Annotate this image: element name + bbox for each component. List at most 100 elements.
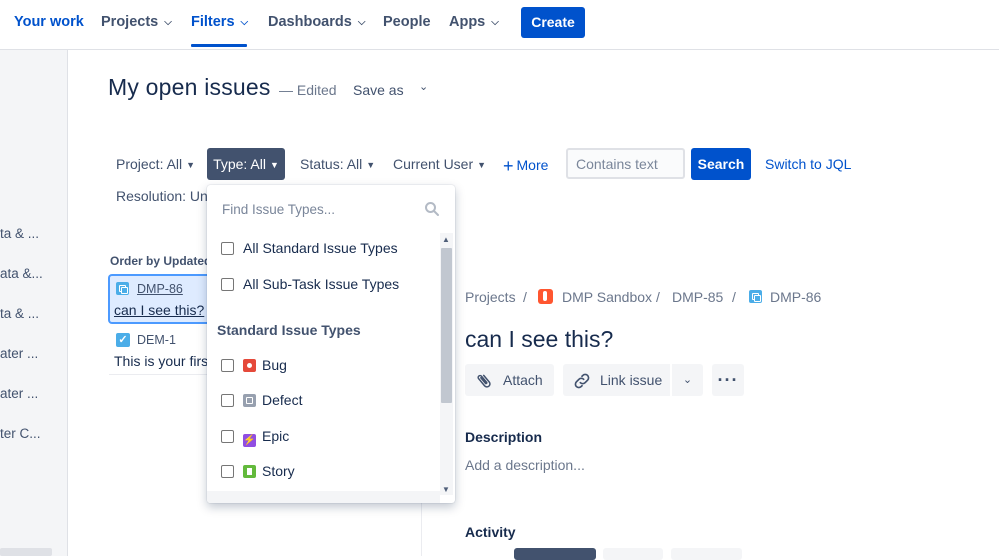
contains-text-input[interactable] [566, 148, 685, 179]
nav-people[interactable]: People [383, 0, 431, 44]
more-filters-label: More [516, 157, 549, 173]
breadcrumb-projects[interactable]: Projects [465, 289, 516, 305]
page-title: My open issues [108, 74, 271, 100]
description-heading: Description [465, 429, 543, 445]
option-all-standard[interactable]: All Standard Issue Types [221, 240, 398, 256]
breadcrumb-current[interactable]: DMP-86 [770, 289, 821, 305]
issue-key[interactable]: DEM-1 [137, 333, 176, 347]
nav-projects-label: Projects [101, 14, 159, 30]
option-defect[interactable]: Defect [221, 392, 302, 408]
option-label: Bug [262, 357, 287, 373]
chevron-down-icon: ▼ [270, 160, 279, 170]
scroll-down-icon[interactable]: ▼ [442, 485, 450, 494]
option-bug[interactable]: Bug [221, 357, 287, 373]
scrollbar-thumb[interactable] [441, 248, 452, 403]
switch-to-jql-link[interactable]: Switch to JQL [765, 156, 851, 172]
more-filters-button[interactable]: + More [503, 156, 548, 177]
activity-tab[interactable] [603, 548, 663, 560]
activity-heading: Activity [465, 524, 516, 540]
checkbox[interactable] [221, 242, 234, 255]
create-button[interactable]: Create [521, 7, 585, 38]
sidebar-item[interactable]: ter C... [0, 426, 41, 441]
sidebar-item[interactable]: ater ... [0, 386, 38, 401]
checkbox[interactable] [221, 465, 234, 478]
bug-icon [243, 359, 256, 372]
chevron-down-icon: ⌵ [164, 17, 172, 28]
resolution-filter[interactable]: Resolution: Unr [116, 188, 213, 204]
activity-tab[interactable] [514, 548, 596, 560]
task-checkbox-icon: ✓ [116, 333, 130, 347]
breadcrumb-separator: / [732, 289, 736, 305]
order-by-selector[interactable]: Order by Updated [110, 254, 211, 268]
breadcrumb-separator: / [523, 289, 527, 305]
issue-summary[interactable]: This is your first [114, 353, 212, 369]
plus-icon: + [503, 156, 514, 176]
checkbox[interactable] [221, 394, 234, 407]
scroll-up-icon[interactable]: ▲ [442, 235, 450, 244]
issue-key[interactable]: DMP-86 [137, 282, 183, 296]
chevron-down-icon: ▼ [186, 160, 196, 170]
project-filter-label: Project: All [116, 156, 183, 172]
nav-your-work[interactable]: Your work [14, 0, 84, 44]
option-label: All Sub-Task Issue Types [243, 276, 400, 292]
save-as-button[interactable]: Save as [353, 82, 404, 98]
nav-people-label: People [383, 14, 431, 30]
sidebar-item[interactable]: ta & ... [0, 226, 39, 241]
link-issue-dropdown[interactable]: ⌄ [672, 364, 703, 396]
active-nav-indicator [191, 44, 247, 47]
attach-label: Attach [503, 372, 543, 388]
description-field[interactable]: Add a description... [465, 457, 585, 473]
status-filter[interactable]: Status: All ▼ [300, 156, 375, 172]
epic-icon: ⚡ [243, 434, 256, 447]
nav-filters[interactable]: Filters ⌵ [191, 0, 248, 44]
sidebar-item[interactable]: ta & ... [0, 306, 39, 321]
type-filter[interactable]: Type: All ▼ [207, 148, 285, 180]
option-label: Epic [262, 428, 290, 444]
option-story[interactable]: Story [221, 463, 295, 479]
issue-summary[interactable]: can I see this? [114, 302, 204, 318]
current-user-filter[interactable]: Current User ▼ [393, 156, 486, 172]
nav-apps[interactable]: Apps ⌵ [449, 0, 499, 44]
chevron-down-icon: ⌵ [357, 17, 366, 28]
attachment-icon [475, 364, 493, 396]
checkbox[interactable] [221, 430, 234, 443]
subtask-icon [116, 282, 129, 295]
search-button[interactable]: Search [691, 148, 751, 180]
breadcrumb-parent[interactable]: DMP-85 [672, 289, 723, 305]
issue-title[interactable]: can I see this? [465, 326, 613, 353]
checkbox[interactable] [221, 359, 234, 372]
breadcrumb-separator: / [656, 289, 660, 305]
project-filter[interactable]: Project: All ▼ [116, 156, 195, 172]
sidebar-resize-handle[interactable] [0, 548, 52, 556]
issue-type-dropdown: Find Issue Types... All Standard Issue T… [207, 185, 455, 503]
search-icon [424, 201, 440, 222]
subtask-icon [749, 290, 762, 303]
checkbox[interactable] [221, 278, 234, 291]
nav-projects[interactable]: Projects ⌵ [101, 0, 172, 44]
more-actions-button[interactable]: ··· [712, 364, 744, 396]
nav-dashboards[interactable]: Dashboards ⌵ [268, 0, 365, 44]
activity-tab[interactable] [671, 548, 742, 560]
chevron-down-icon: ⌵ [240, 17, 249, 28]
link-issue-button[interactable]: Link issue [563, 364, 670, 396]
edited-label: — Edited [279, 82, 337, 98]
nav-dashboards-label: Dashboards [268, 14, 352, 30]
chevron-down-icon[interactable]: ⌄ [419, 80, 428, 93]
option-label: Story [262, 463, 295, 479]
sidebar-item[interactable]: ater ... [0, 346, 38, 361]
find-issue-types-input[interactable]: Find Issue Types... [222, 202, 335, 217]
option-all-subtask[interactable]: All Sub-Task Issue Types [221, 276, 399, 292]
sidebar-item[interactable]: ata &... [0, 266, 43, 281]
story-icon [243, 465, 256, 478]
nav-your-work-label: Your work [14, 14, 84, 30]
nav-filters-label: Filters [191, 14, 235, 30]
link-issue-label: Link issue [600, 372, 663, 388]
option-epic[interactable]: ⚡ Epic [221, 428, 289, 447]
top-navigation: Your work Projects ⌵ Filters ⌵ Dashboards ⌵… [0, 0, 999, 50]
attach-button[interactable]: Attach [465, 364, 554, 396]
type-filter-label: Type: All [213, 156, 266, 172]
breadcrumb-project[interactable]: DMP Sandbox [562, 289, 652, 305]
chevron-down-icon: ▼ [477, 160, 487, 170]
option-label: All Standard Issue Types [243, 240, 398, 256]
defect-icon [243, 394, 256, 407]
